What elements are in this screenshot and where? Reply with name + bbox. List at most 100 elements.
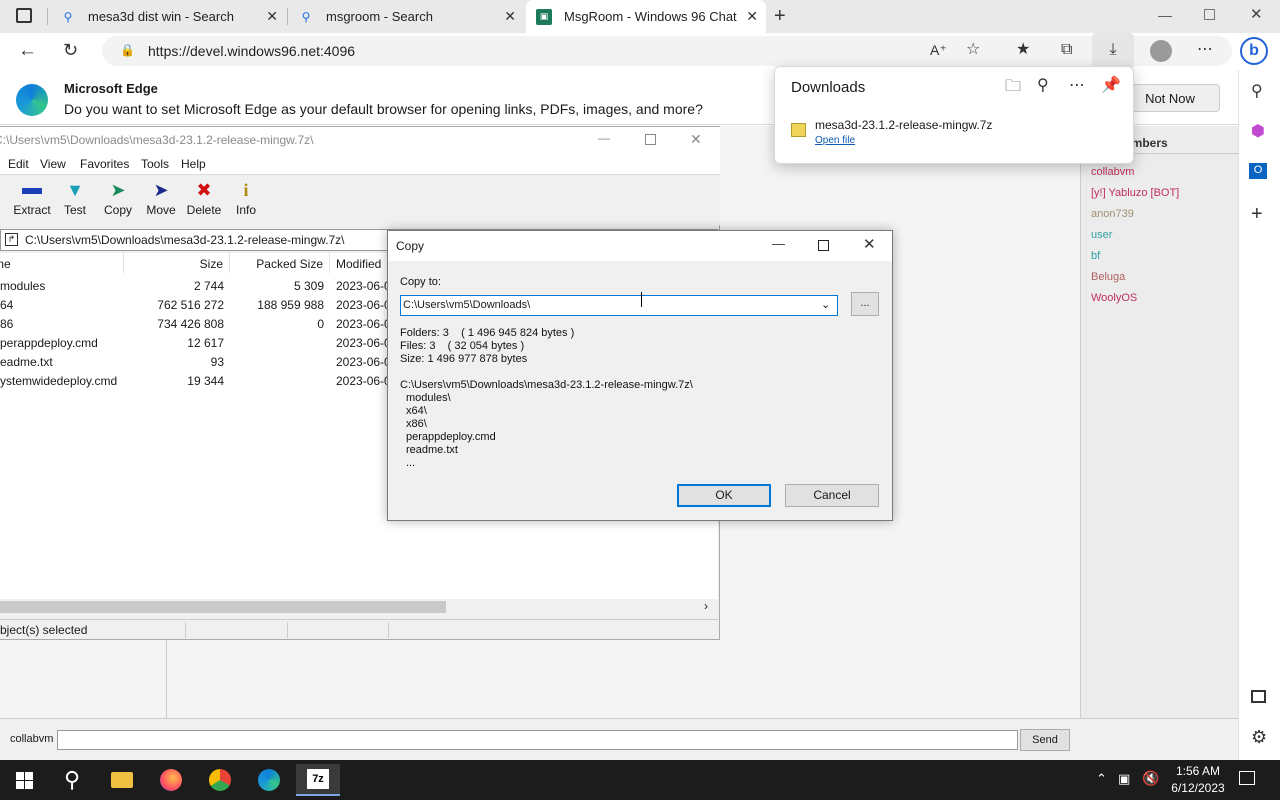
destination-combobox[interactable]: C:\Users\vm5\Downloads\ ⌄ [400, 295, 838, 316]
hide-sidebar-icon[interactable] [1251, 690, 1266, 703]
search-icon[interactable]: ⚲ [52, 764, 92, 796]
outlook-icon[interactable]: O [1249, 163, 1267, 179]
close-tab-icon[interactable]: ✕ [504, 8, 516, 25]
sevenzip-taskbar-icon[interactable]: 7z [296, 764, 340, 796]
column-packed-size[interactable]: Packed Size [230, 253, 330, 273]
files-summary: Files: 3 ( 32 054 bytes ) [400, 340, 525, 352]
more-options-icon[interactable]: ⋯ [1069, 78, 1085, 94]
member-item[interactable]: anon739 [1091, 208, 1134, 220]
close-tab-icon[interactable]: ✕ [266, 8, 278, 25]
cancel-button[interactable]: Cancel [785, 484, 879, 507]
member-item[interactable]: bf [1091, 250, 1100, 262]
list-item: modules\ [406, 392, 451, 404]
source-path: C:\Users\vm5\Downloads\mesa3d-23.1.2-rel… [400, 379, 693, 391]
send-button[interactable]: Send [1020, 729, 1070, 751]
downloads-icon[interactable]: ⤓ [1092, 33, 1134, 69]
info-icon: i [243, 180, 249, 200]
network-icon[interactable]: ▣ [1118, 772, 1130, 785]
column-modified[interactable]: Modified [330, 253, 390, 273]
scroll-right-icon[interactable]: › [704, 599, 708, 613]
pin-icon[interactable]: 📌 [1101, 78, 1121, 94]
clock-time[interactable]: 1:56 AM [1168, 764, 1228, 778]
message-input[interactable] [57, 730, 1018, 750]
chat-app-icon: ▣ [536, 8, 552, 25]
edge-icon[interactable] [249, 764, 289, 796]
search-icon: ⚲ [301, 9, 311, 24]
add-sidebar-icon[interactable]: + [1251, 204, 1263, 224]
member-item[interactable]: collabvm [1091, 166, 1134, 178]
tab-mesa3d-search[interactable]: ⚲ mesa3d dist win - Search ✕ [50, 0, 286, 33]
minimize-icon[interactable]: — [598, 132, 610, 144]
member-item[interactable]: Beluga [1091, 271, 1125, 283]
menu-view[interactable]: View [40, 157, 66, 171]
favorites-icon[interactable]: ★ [1016, 42, 1030, 58]
list-item: perappdeploy.cmd [406, 431, 496, 443]
close-dialog-icon[interactable]: ✕ [863, 237, 876, 252]
maximize-icon[interactable] [645, 134, 656, 145]
show-hidden-icons-icon[interactable]: ⌃ [1096, 772, 1107, 785]
start-windows-icon[interactable] [4, 764, 44, 796]
info-button[interactable]: i Info [222, 177, 270, 217]
extract-button[interactable]: Extract [8, 177, 56, 217]
chrome-icon[interactable] [200, 764, 240, 796]
more-options-icon[interactable]: ⋯ [1197, 42, 1213, 58]
test-button[interactable]: ▼ Test [51, 177, 99, 217]
copy-dialog-titlebar: Copy — ✕ [388, 231, 892, 261]
move-button[interactable]: ➤ Move [137, 177, 185, 217]
clock-date[interactable]: 6/12/2023 [1164, 781, 1232, 795]
up-folder-icon[interactable]: ↱ [5, 233, 18, 246]
close-window-icon[interactable]: ✕ [690, 132, 702, 146]
new-tab-icon[interactable]: + [774, 6, 786, 26]
read-aloud-icon[interactable]: A⁺ [930, 43, 947, 57]
profile-avatar-icon[interactable] [1150, 40, 1172, 62]
delete-button[interactable]: ✖ Delete [180, 177, 228, 217]
window-title: C:\Users\vm5\Downloads\mesa3d-23.1.2-rel… [0, 133, 314, 147]
notifications-icon[interactable] [1239, 771, 1255, 785]
download-file-name[interactable]: mesa3d-23.1.2-release-mingw.7z [815, 118, 992, 132]
address-bar-row: ← ↻ 🔒 https://devel.windows96.net:4096 A… [0, 33, 1280, 70]
office-icon[interactable]: ⬢ [1251, 124, 1265, 140]
add-favorite-icon[interactable]: ☆ [966, 42, 980, 58]
chevron-down-icon[interactable]: ⌄ [821, 298, 830, 311]
open-folder-icon[interactable]: 🗀 [1005, 79, 1021, 95]
browse-button[interactable]: ... [851, 292, 879, 316]
close-tab-icon[interactable]: ✕ [746, 8, 758, 25]
menu-help[interactable]: Help [181, 157, 206, 171]
member-item[interactable]: [y!] Yabluzo [BOT] [1091, 187, 1179, 199]
scrollbar-thumb[interactable] [0, 601, 446, 613]
volume-muted-icon[interactable]: 🔇 [1142, 771, 1159, 785]
restore-icon[interactable] [1204, 9, 1215, 20]
tab-msgroom-search[interactable]: ⚲ msgroom - Search ✕ [288, 0, 524, 33]
member-item[interactable]: WoolyOS [1091, 292, 1137, 304]
firefox-icon[interactable] [151, 764, 191, 796]
tab-actions-icon[interactable] [16, 8, 32, 23]
copy-button[interactable]: ➤ Copy [94, 177, 142, 217]
column-size[interactable]: Size [130, 253, 230, 273]
back-icon[interactable]: ← [18, 41, 37, 60]
file-explorer-icon[interactable] [102, 764, 142, 796]
open-file-link[interactable]: Open file [815, 135, 855, 146]
not-now-button[interactable]: Not Now [1120, 84, 1220, 112]
menu-tools[interactable]: Tools [141, 157, 169, 171]
maximize-icon[interactable] [818, 240, 829, 251]
tab-msgroom-chat[interactable]: ▣ MsgRoom - Windows 96 Chat ✕ [526, 0, 766, 33]
refresh-icon[interactable]: ↻ [63, 41, 78, 59]
member-item[interactable]: user [1091, 229, 1112, 241]
bing-copilot-icon[interactable]: b [1240, 37, 1268, 65]
edge-logo [16, 84, 48, 116]
collections-icon[interactable]: ⧉ [1061, 42, 1072, 58]
column-name[interactable]: me [0, 253, 124, 273]
horizontal-scrollbar[interactable]: › [0, 599, 718, 615]
settings-gear-icon[interactable]: ⚙ [1251, 728, 1267, 746]
search-downloads-icon[interactable]: ⚲ [1037, 78, 1049, 94]
menu-favorites[interactable]: Favorites [80, 157, 129, 171]
archive-path: C:\Users\vm5\Downloads\mesa3d-23.1.2-rel… [25, 233, 345, 247]
username-label: collabvm [10, 733, 54, 745]
search-icon[interactable]: ⚲ [1251, 84, 1263, 100]
close-window-icon[interactable]: ✕ [1250, 7, 1263, 22]
minimize-icon[interactable]: — [1158, 8, 1172, 22]
minimize-icon[interactable]: — [772, 237, 785, 250]
menu-edit[interactable]: Edit [8, 157, 29, 171]
ok-button[interactable]: OK [677, 484, 771, 507]
selection-status: bject(s) selected [0, 623, 88, 637]
